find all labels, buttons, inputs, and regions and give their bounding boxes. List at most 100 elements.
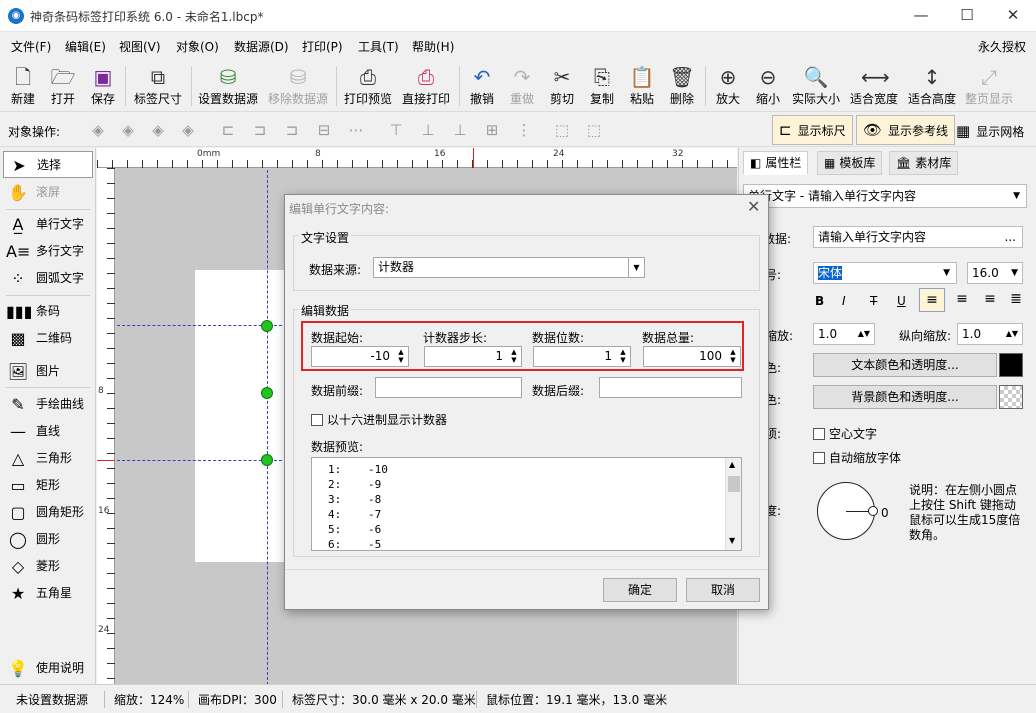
data-total-spinner[interactable]: 100 ▲ ▼ — [643, 346, 741, 367]
justify-text-button[interactable]: ≣ — [1003, 288, 1029, 312]
zoom-in-button[interactable]: ⊕ 放大 — [711, 62, 745, 110]
tool-rounded-rect[interactable]: ▢ 圆角矩形 — [3, 499, 93, 526]
tool-qrcode[interactable]: ▩ 二维码 — [3, 325, 93, 352]
font-size-spinner[interactable]: 16.0 ▼ — [967, 262, 1023, 284]
cancel-button[interactable]: 取消 — [686, 578, 760, 602]
tool-multi-text[interactable]: A≡ 多行文字 — [3, 238, 93, 265]
layer-down-icon[interactable]: ◈ — [148, 120, 168, 140]
text-color-swatch[interactable] — [999, 353, 1023, 377]
tool-triangle[interactable]: △ 三角形 — [3, 445, 93, 472]
hex-counter-checkbox[interactable]: 以十六进制显示计数器 — [311, 411, 447, 428]
redo-button[interactable]: ↷ 重做 — [505, 62, 539, 110]
tab-materials[interactable]: 🏛 素材库 — [889, 151, 959, 175]
distribute-v-icon[interactable]: ⋮ — [514, 120, 534, 140]
group-icon[interactable]: ⬚ — [552, 120, 572, 140]
tool-image[interactable]: 🖼 图片 — [3, 358, 93, 385]
spinner-arrows-icon[interactable]: ▲ ▼ — [509, 348, 519, 364]
equal-width-icon[interactable]: ⊟ — [314, 120, 334, 140]
horizontal-scale-spinner[interactable]: 1.0 ▲▼ — [813, 323, 875, 345]
bg-color-swatch[interactable] — [999, 385, 1023, 409]
scroll-down-icon[interactable]: ▼ — [729, 536, 735, 545]
vertical-scale-spinner[interactable]: 1.0 ▲▼ — [957, 323, 1023, 345]
align-right-text-button[interactable]: ≡ — [977, 288, 1003, 312]
hollow-text-checkbox[interactable]: 空心文字 — [813, 425, 877, 442]
tool-freehand[interactable]: ✎ 手绘曲线 — [3, 391, 93, 418]
new-button[interactable]: 🗋 新建 — [6, 62, 40, 110]
tool-star[interactable]: ★ 五角星 — [3, 580, 93, 607]
align-right-icon[interactable]: ⊐ — [282, 120, 302, 140]
scroll-thumb[interactable] — [728, 476, 740, 492]
zoom-out-button[interactable]: ⊖ 缩小 — [751, 62, 785, 110]
tool-single-text[interactable]: A̲ 单行文字 — [3, 211, 93, 238]
align-top-icon[interactable]: ⊤ — [386, 120, 406, 140]
layer-bottom-icon[interactable]: ◈ — [178, 120, 198, 140]
data-digits-spinner[interactable]: 1 ▲ ▼ — [533, 346, 631, 367]
equal-height-icon[interactable]: ⊞ — [482, 120, 502, 140]
resize-handle-bottom[interactable] — [261, 454, 273, 466]
object-select[interactable]: 单行文字 - 请输入单行文字内容 ▼ — [743, 184, 1027, 208]
label-canvas[interactable] — [195, 270, 285, 562]
print-preview-button[interactable]: ⎙ 打印预览 — [342, 62, 394, 110]
align-center-icon[interactable]: ⊐ — [250, 120, 270, 140]
underline-button[interactable]: U — [897, 294, 906, 308]
maximize-button[interactable]: ☐ — [944, 0, 990, 32]
text-color-button[interactable]: 文本颜色和透明度... — [813, 353, 997, 377]
ok-button[interactable]: 确定 — [603, 578, 677, 602]
remove-datasource-button[interactable]: ⛁ 移除数据源 — [266, 62, 330, 110]
show-ruler-toggle[interactable]: ⊏ 显示标尺 — [772, 115, 853, 145]
tool-scroll[interactable]: ✋ 滚屏 — [3, 179, 93, 206]
paste-button[interactable]: 📋 粘贴 — [625, 62, 659, 110]
tool-circle[interactable]: ◯ 圆形 — [3, 526, 93, 553]
data-preview-list[interactable]: 1: -10 2: -9 3: -8 4: -7 5: -6 6: -5 ▲ ▼ — [311, 457, 742, 551]
align-bottom-icon[interactable]: ⊥ — [450, 120, 470, 140]
show-guides-toggle[interactable]: 👁 显示参考线 — [856, 115, 956, 145]
resize-handle-top[interactable] — [261, 320, 273, 332]
undo-button[interactable]: ↶ 撤销 — [465, 62, 499, 110]
open-button[interactable]: 🗁 打开 — [46, 62, 80, 110]
guide-line-vertical[interactable] — [267, 170, 268, 684]
font-name-select[interactable]: 宋体 ▼ — [813, 262, 957, 284]
close-window-button[interactable]: ✕ — [990, 0, 1036, 32]
menu-datasource[interactable]: 数据源(D) — [234, 38, 289, 55]
delete-button[interactable]: 🗑 删除 — [665, 62, 699, 110]
menu-edit[interactable]: 编辑(E) — [65, 38, 106, 55]
label-size-button[interactable]: ⧉ 标签尺寸 — [132, 62, 184, 110]
italic-button[interactable]: I — [842, 294, 846, 308]
counter-step-spinner[interactable]: 1 ▲ ▼ — [424, 346, 522, 367]
data-source-select[interactable]: 计数器 ▼ — [373, 257, 645, 278]
menu-view[interactable]: 视图(V) — [119, 38, 161, 55]
align-middle-icon[interactable]: ⊥ — [418, 120, 438, 140]
auto-scale-checkbox[interactable]: 自动缩放字体 — [813, 449, 901, 466]
align-left-icon[interactable]: ⊏ — [218, 120, 238, 140]
full-page-button[interactable]: ⤢ 整页显示 — [963, 62, 1015, 110]
data-prefix-input[interactable] — [375, 377, 522, 398]
direct-print-button[interactable]: ⎙ 直接打印 — [400, 62, 452, 110]
actual-size-button[interactable]: 🔍 实际大小 — [789, 62, 843, 110]
scroll-up-icon[interactable]: ▲ — [729, 460, 735, 469]
menu-help[interactable]: 帮助(H) — [412, 38, 454, 55]
bg-color-button[interactable]: 背景颜色和透明度... — [813, 385, 997, 409]
spinner-arrows-icon[interactable]: ▲ ▼ — [728, 348, 738, 364]
tool-diamond[interactable]: ◇ 菱形 — [3, 553, 93, 580]
menu-print[interactable]: 打印(P) — [302, 38, 343, 55]
copy-button[interactable]: ⎘ 复制 — [585, 62, 619, 110]
strike-button[interactable]: T — [870, 294, 877, 308]
data-start-spinner[interactable]: -10 ▲ ▼ — [311, 346, 409, 367]
distribute-h-icon[interactable]: ⋯ — [346, 120, 366, 140]
ungroup-icon[interactable]: ⬚ — [584, 120, 604, 140]
angle-dial[interactable] — [817, 482, 878, 540]
preview-scrollbar[interactable]: ▲ ▼ — [725, 458, 741, 550]
dialog-close-icon[interactable]: ✕ — [747, 197, 760, 216]
menu-tools[interactable]: 工具(T) — [358, 38, 399, 55]
save-button[interactable]: ▣ 保存 — [86, 62, 120, 110]
tool-select[interactable]: ➤ 选择 — [3, 151, 93, 178]
cut-button[interactable]: ✂ 剪切 — [545, 62, 579, 110]
menu-file[interactable]: 文件(F) — [11, 38, 51, 55]
resize-handle-middle[interactable] — [261, 387, 273, 399]
tab-templates[interactable]: ▦ 模板库 — [817, 151, 883, 175]
minimize-button[interactable]: — — [898, 0, 944, 32]
fit-width-button[interactable]: ⟷ 适合宽度 — [848, 62, 900, 110]
align-center-text-button[interactable]: ≡ — [949, 288, 975, 312]
tool-barcode[interactable]: ▮▮▮ 条码 — [3, 298, 93, 325]
tab-properties[interactable]: ◧ 属性栏 — [743, 151, 809, 175]
